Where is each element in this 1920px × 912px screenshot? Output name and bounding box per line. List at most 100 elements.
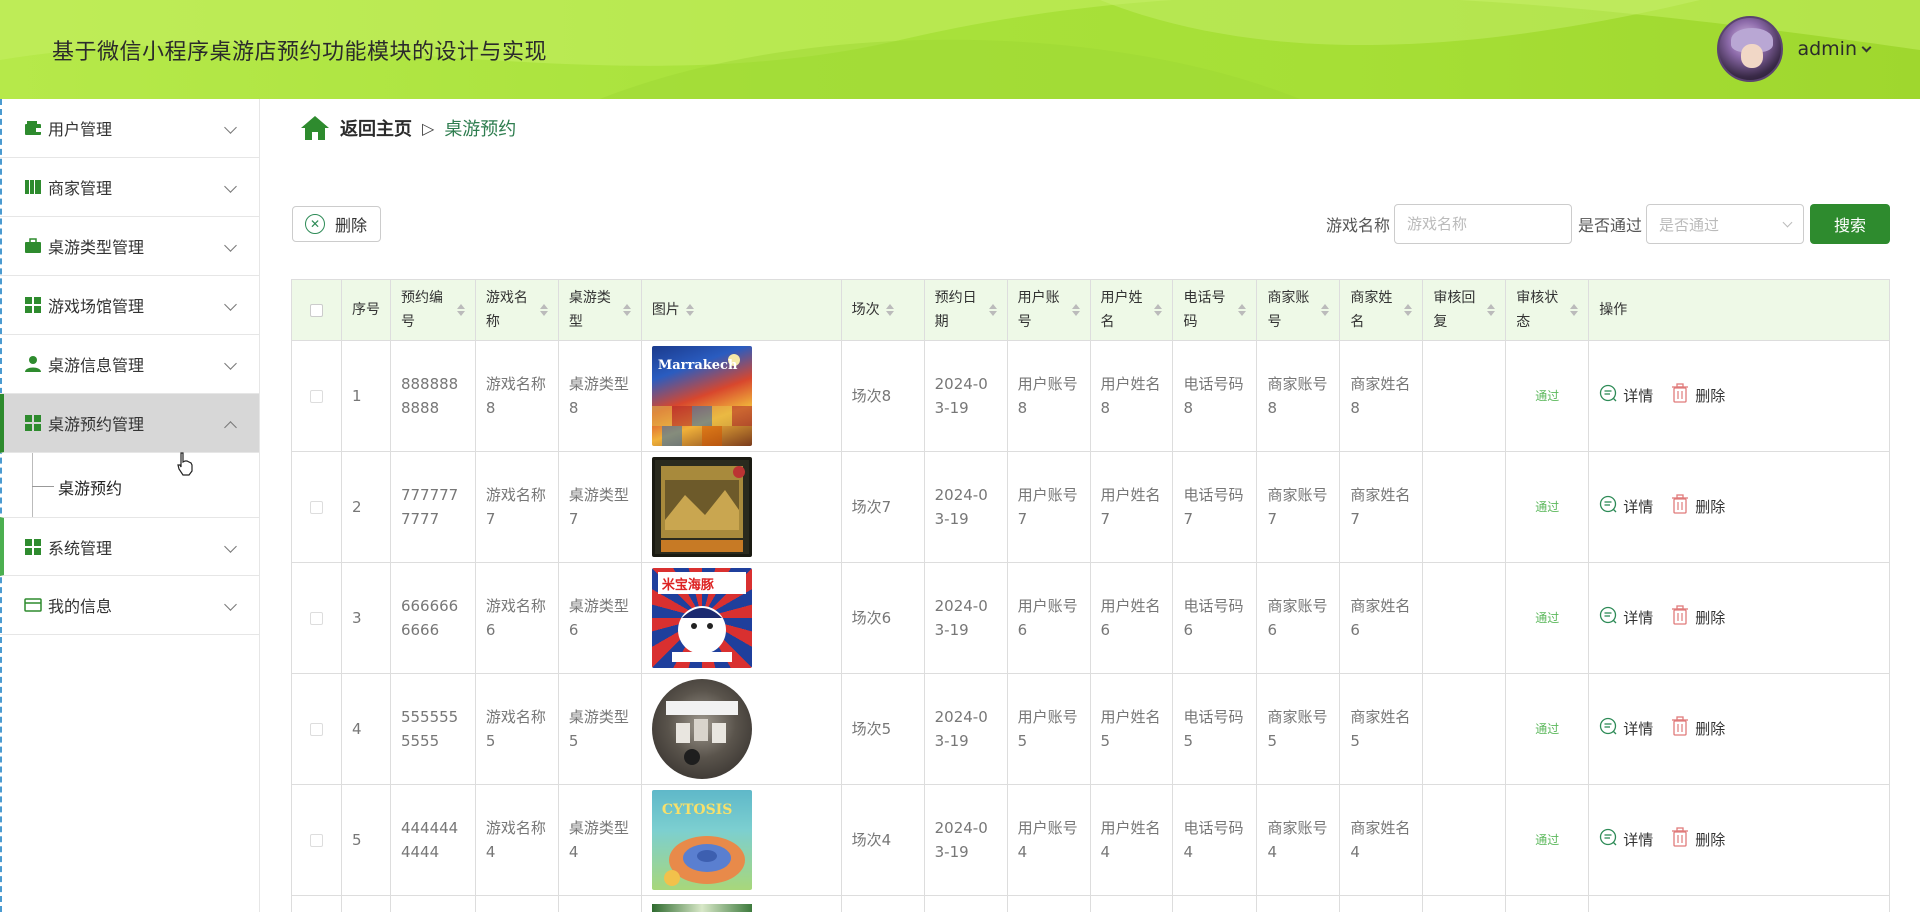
row-delete-button[interactable]: 删除: [1671, 826, 1725, 854]
row-delete-button[interactable]: 删除: [1671, 382, 1725, 410]
avatar[interactable]: [1717, 16, 1784, 82]
detail-button[interactable]: 详情: [1599, 384, 1653, 409]
sort-icon: [988, 304, 997, 316]
sidebar-item-label: 游戏场馆管理: [48, 297, 145, 316]
game-image-caption: Marrakech: [657, 358, 738, 373]
sidebar-item-my-info[interactable]: 我的信息: [0, 576, 259, 635]
breadcrumb-current: 桌游预约: [444, 119, 517, 140]
sidebar-item-venue-management[interactable]: 游戏场馆管理: [0, 276, 259, 335]
cell-actions: 详情 删除: [1589, 452, 1891, 563]
sidebar-item-game-info-management[interactable]: 桌游信息管理: [0, 335, 259, 394]
cell-game-name: 游戏名称4: [475, 785, 559, 896]
game-image[interactable]: [651, 457, 752, 557]
cell-user-account: 用户账号4: [1007, 785, 1091, 896]
grid-icon: [25, 415, 41, 431]
batch-delete-button[interactable]: ✕ 删除: [292, 206, 381, 242]
column-header-sortable[interactable]: 商家账号: [1257, 280, 1341, 341]
sidebar-subitem-reservation[interactable]: 桌游预约: [58, 475, 122, 499]
cell-session: 场次4: [841, 785, 925, 896]
chevron-down-icon: [1861, 42, 1872, 52]
cell-user-account: 用户账号6: [1007, 563, 1091, 674]
username-dropdown[interactable]: admin: [1797, 38, 1872, 60]
column-header-sortable[interactable]: 审核状态: [1506, 280, 1590, 341]
status-badge: 通过: [1535, 833, 1560, 847]
row-checkbox[interactable]: [309, 389, 323, 403]
detail-icon: [1600, 606, 1617, 623]
cell-merchant-name: 商家姓名5: [1340, 674, 1424, 785]
row-delete-button[interactable]: 删除: [1671, 493, 1725, 521]
sort-icon: [685, 304, 694, 316]
cell-reservation-no: 6666666666: [390, 563, 476, 674]
batch-delete-label: 删除: [335, 216, 368, 235]
column-header-sortable[interactable]: 预约日期: [924, 280, 1008, 341]
sidebar-item-system-management[interactable]: 系统管理: [0, 517, 259, 576]
row-checkbox[interactable]: [309, 611, 323, 625]
cell-reservation-no: 8888888888: [390, 341, 476, 452]
sidebar-item-user-management[interactable]: 用户管理: [0, 99, 259, 158]
row-checkbox[interactable]: [309, 833, 323, 847]
column-header-sortable[interactable]: 场次: [841, 280, 925, 341]
cell-date: 2024-03-19: [924, 341, 1008, 452]
game-image[interactable]: [651, 679, 752, 779]
detail-button[interactable]: 详情: [1599, 606, 1653, 631]
game-image[interactable]: 米宝海豚: [651, 568, 752, 668]
sidebar-item-game-type-management[interactable]: 桌游类型管理: [0, 217, 259, 276]
sidebar-item-label: 桌游类型管理: [48, 238, 145, 257]
row-delete-button[interactable]: 删除: [1671, 715, 1725, 743]
approved-select-placeholder: 是否通过: [1659, 215, 1720, 234]
detail-button[interactable]: 详情: [1599, 828, 1653, 853]
cell-reservation-no: 7777777777: [390, 452, 476, 563]
cell-image: 米宝海豚: [641, 563, 842, 674]
row-delete-button[interactable]: 删除: [1671, 604, 1725, 632]
hand-cursor-icon: [177, 452, 193, 476]
sidebar-item-label: 我的信息: [48, 597, 113, 616]
column-header-sortable[interactable]: 用户账号: [1007, 280, 1091, 341]
column-header-sortable[interactable]: 图片: [641, 280, 842, 341]
cell-actions: 详情 删除: [1589, 563, 1891, 674]
cell-game-name: 游戏名称8: [475, 341, 559, 452]
cell-review-reply: [1423, 341, 1507, 452]
cell-user-name: 用户姓名5: [1090, 674, 1174, 785]
game-image[interactable]: CYTOSIS: [651, 790, 752, 890]
trash-icon: [1672, 715, 1689, 736]
home-icon[interactable]: [300, 115, 330, 141]
grid-icon: [25, 297, 41, 313]
detail-button[interactable]: 详情: [1599, 495, 1653, 520]
approved-select[interactable]: 是否通过: [1646, 204, 1804, 244]
table-row-partial: [292, 896, 1891, 912]
trash-icon: [1672, 604, 1689, 625]
search-button[interactable]: 搜索: [1810, 204, 1890, 244]
table-row: 2 7777777777 游戏名称7 桌游类型7 场次7 2024-03-19 …: [292, 452, 1891, 563]
column-header-sortable[interactable]: 审核回复: [1423, 280, 1507, 341]
cell-session: 场次5: [841, 674, 925, 785]
game-image[interactable]: Marrakech: [651, 346, 752, 446]
reservation-table: 序号 预约编号 游戏名称 桌游类型 图片 场次 预约日期 用户账号 用户姓名 电…: [291, 279, 1891, 912]
column-header-sortable[interactable]: 用户姓名: [1090, 280, 1174, 341]
cell-index: 2: [341, 452, 391, 563]
chevron-down-icon: [224, 540, 237, 553]
cell-index: 3: [341, 563, 391, 674]
select-all-checkbox[interactable]: [309, 303, 323, 317]
column-header: 操作: [1589, 280, 1891, 341]
column-header-sortable[interactable]: 电话号码: [1173, 280, 1258, 341]
row-checkbox[interactable]: [309, 722, 323, 736]
cell-phone: 电话号码7: [1173, 452, 1258, 563]
column-header-sortable[interactable]: 预约编号: [390, 280, 476, 341]
wallet-icon: [25, 121, 41, 135]
cell-user-name: 用户姓名4: [1090, 785, 1174, 896]
sidebar-item-merchant-management[interactable]: 商家管理: [0, 158, 259, 217]
breadcrumb-home-link[interactable]: 返回主页: [340, 115, 412, 141]
user-menu[interactable]: admin: [1717, 16, 1872, 82]
column-header-sortable[interactable]: 商家姓名: [1340, 280, 1424, 341]
sidebar-item-reservation-management[interactable]: 桌游预约管理: [0, 394, 259, 453]
card-icon: [24, 598, 42, 612]
chevron-down-icon: [224, 239, 237, 252]
sort-icon: [1154, 304, 1163, 316]
game-name-input[interactable]: [1393, 204, 1572, 244]
column-header-sortable[interactable]: 游戏名称: [475, 280, 559, 341]
column-header-sortable[interactable]: 桌游类型: [558, 280, 642, 341]
column-header: 序号: [341, 280, 391, 341]
detail-button[interactable]: 详情: [1599, 717, 1653, 742]
game-image-caption: 米宝海豚: [661, 578, 714, 593]
row-checkbox[interactable]: [309, 500, 323, 514]
